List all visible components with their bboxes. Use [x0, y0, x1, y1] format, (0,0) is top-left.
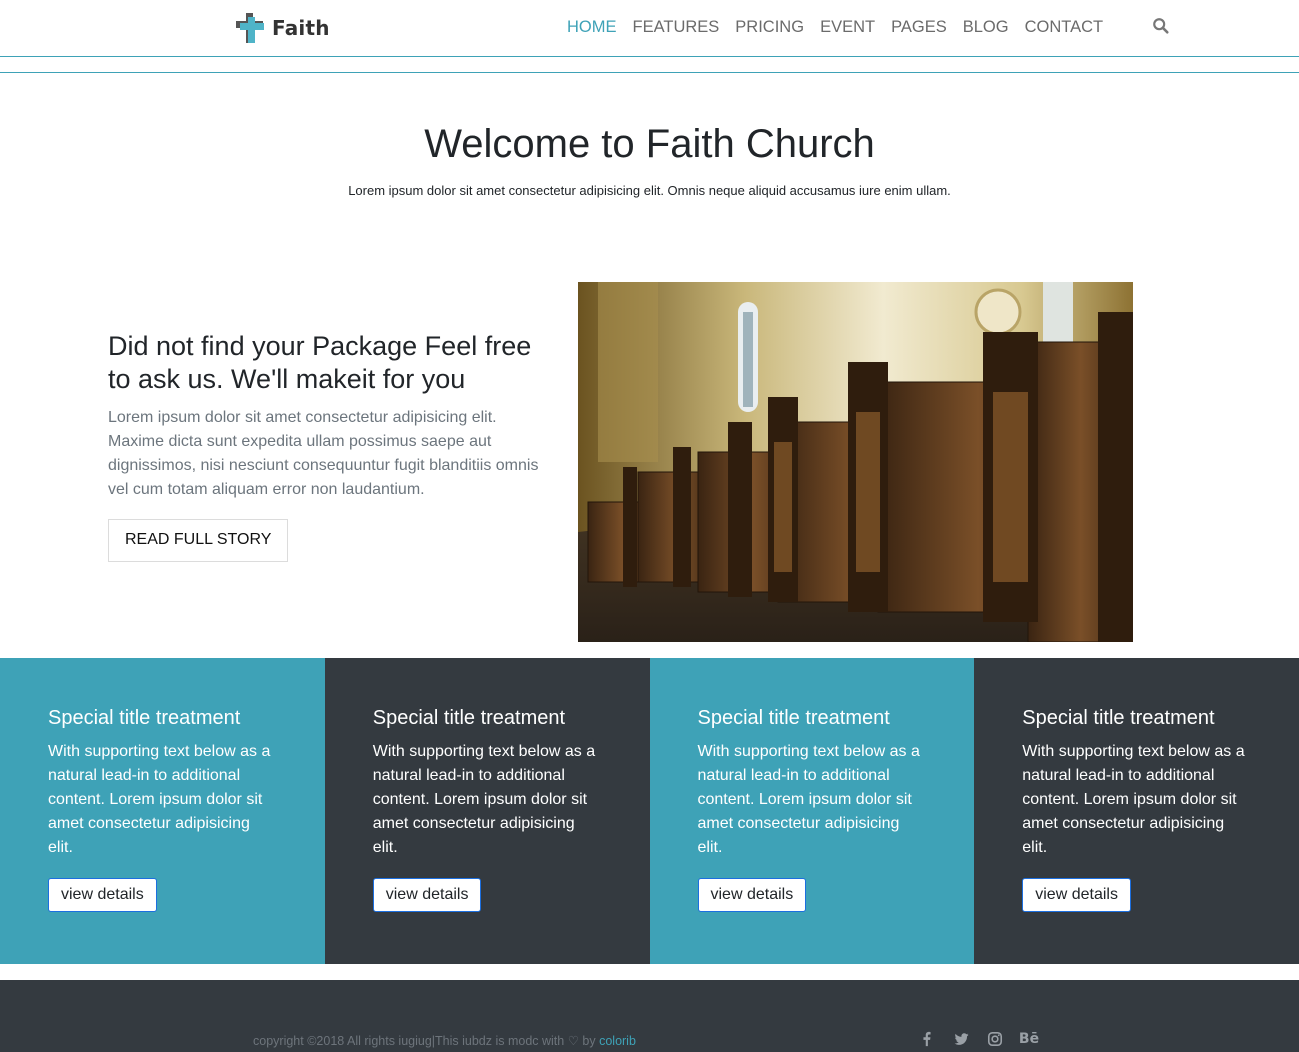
footer: copyright ©2018 All rights iugiug|This i…	[0, 980, 1299, 1052]
copyright-prefix: copyright	[253, 1034, 308, 1048]
header-divider	[0, 72, 1299, 73]
nav-pricing[interactable]: PRICING	[727, 17, 812, 37]
view-details-button[interactable]: view details	[372, 878, 482, 912]
twitter-icon[interactable]	[952, 1030, 970, 1048]
story-heading: Did not find your Package Feel free to a…	[108, 331, 532, 394]
story-section: Did not find your Package Feel free to a…	[108, 330, 548, 562]
feature-card: Special title treatment With supporting …	[974, 658, 1299, 964]
view-details-button[interactable]: view details	[697, 878, 807, 912]
nav-event[interactable]: EVENT	[812, 17, 883, 37]
feature-text: With supporting text below as a natural …	[697, 743, 920, 856]
copyright-body: 2018 All rights iugiug|This iubdz is mod…	[316, 1034, 568, 1048]
brand-name: Faith	[272, 16, 330, 40]
page-subtitle: Lorem ipsum dolor sit amet consectetur a…	[348, 183, 951, 198]
copyright-by: by	[578, 1034, 600, 1048]
feature-title: Special title treatment	[372, 707, 566, 729]
page-title: Welcome to Faith Church	[424, 122, 875, 166]
view-details-button[interactable]: view details	[1022, 878, 1131, 912]
nav-home[interactable]: HOME	[559, 17, 625, 37]
feature-text: With supporting text below as a natural …	[372, 743, 596, 856]
facebook-icon[interactable]	[918, 1030, 936, 1048]
author-link[interactable]: colorib	[599, 1034, 636, 1048]
navbar: Faith HOME FEATURES PRICING EVENT PAGES …	[0, 0, 1299, 57]
feature-text: With supporting text below as a natural …	[48, 743, 271, 856]
heart-icon: ♡	[567, 1034, 579, 1048]
feature-title: Special title treatment	[48, 707, 241, 729]
feature-title: Special title treatment	[697, 707, 890, 729]
search-icon[interactable]	[1152, 17, 1172, 37]
brand-logo[interactable]: Faith	[236, 13, 330, 43]
feature-card: Special title treatment With supporting …	[649, 658, 975, 964]
social-links: Bē	[918, 1030, 1054, 1048]
story-body: Lorem ipsum dolor sit amet consectetur a…	[108, 409, 539, 498]
feature-card: Special title treatment With supporting …	[0, 658, 325, 964]
cross-logo-icon	[236, 13, 264, 43]
feature-card: Special title treatment With supporting …	[324, 658, 650, 964]
nav-menu: HOME FEATURES PRICING EVENT PAGES BLOG C…	[559, 17, 1111, 37]
features-row: Special title treatment With supporting …	[0, 658, 1299, 964]
feature-title: Special title treatment	[1022, 707, 1215, 729]
nav-contact[interactable]: CONTACT	[1017, 17, 1112, 37]
read-full-story-button[interactable]: READ FULL STORY	[108, 519, 289, 562]
behance-icon[interactable]: Bē	[1019, 1030, 1039, 1048]
copyright-text: copyright ©2018 All rights iugiug|This i…	[253, 1033, 636, 1048]
nav-features[interactable]: FEATURES	[625, 17, 728, 37]
nav-pages[interactable]: PAGES	[883, 17, 955, 37]
nav-blog[interactable]: BLOG	[955, 17, 1017, 37]
feature-text: With supporting text below as a natural …	[1022, 743, 1245, 856]
view-details-button[interactable]: view details	[48, 878, 157, 912]
instagram-icon[interactable]	[986, 1030, 1004, 1048]
church-pews-image	[578, 282, 1133, 642]
